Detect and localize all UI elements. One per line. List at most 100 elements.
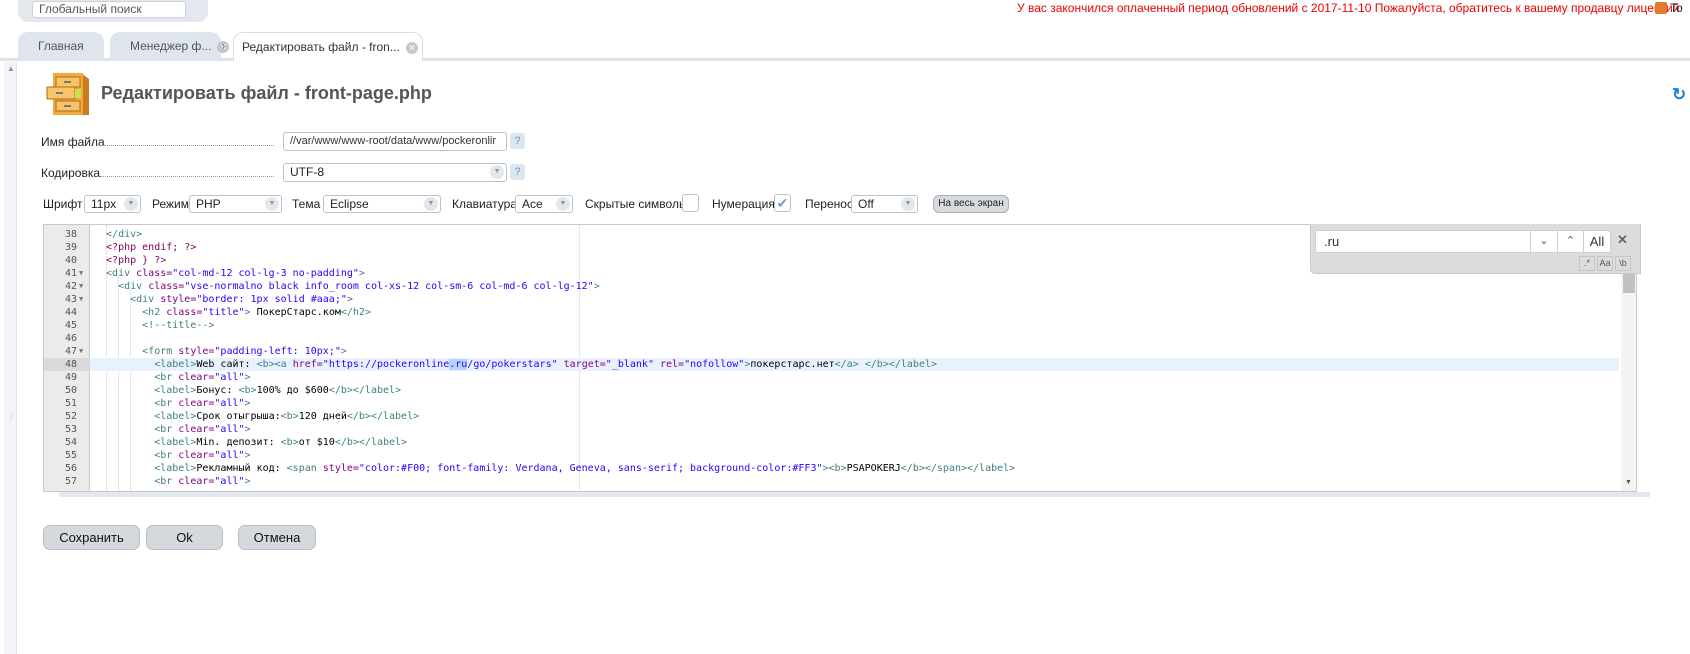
code-attribute: href= [292, 359, 323, 370]
code-tag: </b></label> [346, 411, 420, 422]
code-string: "all" [214, 424, 245, 435]
close-icon[interactable]: ✕ [1617, 232, 1628, 248]
mode-value: PHP [196, 197, 221, 211]
code-tag: <label> [154, 385, 197, 396]
code-text: <br clear="all"> [154, 449, 250, 462]
code-line[interactable]: 54 <label>Min. депозит: <b>от $10</b></la… [44, 436, 1619, 449]
line-number: 38 [64, 229, 77, 240]
code-text: Min. депозит: [196, 437, 281, 448]
editor-vertical-scrollbar[interactable] [1621, 273, 1636, 491]
line-number: 56 [64, 463, 77, 474]
code-text: Бонус: [196, 385, 239, 396]
code-string: "color:#F00; font-family: Verdana, Genev… [358, 463, 823, 474]
numbering-checkbox[interactable]: ✔ [774, 194, 791, 212]
code-tag: > [244, 398, 251, 409]
help-icon[interactable]: ? [510, 164, 525, 180]
fold-arrow-icon[interactable]: ▼ [79, 293, 83, 306]
code-string: "vse-normalno black info_room col-xs-12 … [184, 281, 594, 292]
scroll-up-icon[interactable]: ▲ [7, 64, 15, 73]
code-attribute: class= [136, 268, 173, 279]
fullscreen-button[interactable]: На весь экран [933, 195, 1009, 213]
encoding-select[interactable]: UTF-8 ▼ [283, 163, 507, 182]
chevron-up-icon: ⌃ [1565, 235, 1576, 247]
case-sensitive-option[interactable]: Aa [1597, 256, 1613, 271]
code-line[interactable]: 50 <label>Бонус: <b>100% до $600</b></lab… [44, 384, 1619, 397]
code-text: <label>Бонус: <b>100% до $600</b></label… [154, 384, 401, 397]
filename-input[interactable]: //var/www/www-root/data/www/pockeronlir [283, 132, 507, 151]
code-line[interactable]: 49 <br clear="all"> [44, 371, 1619, 384]
code-string: "https://pockeronline [322, 359, 450, 370]
tab-home[interactable]: Главная [18, 32, 104, 60]
whole-word-option[interactable]: \b [1615, 256, 1631, 271]
file-cabinet-icon [46, 73, 89, 115]
mode-label: Режим [152, 197, 189, 211]
code-tag: </b></label> [328, 385, 402, 396]
font-label: Шрифт [43, 197, 83, 211]
find-next-button[interactable]: ⌄ [1531, 230, 1558, 253]
code-string: "all" [214, 476, 245, 487]
dotted-leader [100, 176, 274, 177]
code-text: <div style="border: 1px solid #aaa;"> [130, 293, 353, 306]
code-tag: <b><a [256, 359, 293, 370]
code-line[interactable]: 56 <label>Рекламный код: <span style="col… [44, 462, 1619, 475]
left-scrollbar[interactable] [4, 62, 17, 654]
find-all-button[interactable]: All [1584, 230, 1611, 253]
code-attribute: target= [563, 359, 606, 370]
line-number: 51 [64, 398, 77, 409]
fold-arrow-icon[interactable]: ▼ [79, 280, 83, 293]
code-text: <br clear="all"> [154, 371, 250, 384]
code-line[interactable]: 48 <label>Web сайт: <b><a href="https://p… [44, 358, 1619, 371]
code-line[interactable]: 53 <br clear="all"> [44, 423, 1619, 436]
save-button[interactable]: Сохранить [43, 525, 140, 550]
theme-select[interactable]: Eclipse ▼ [323, 195, 441, 213]
chevron-down-icon: ⌄ [1539, 235, 1549, 247]
fold-arrow-icon[interactable]: ▼ [79, 267, 83, 280]
user-icon[interactable] [1655, 2, 1667, 14]
code-text: Срок отыгрыша: [196, 411, 281, 422]
tab-edit-file[interactable]: Редактировать файл - fron... ✕ [233, 32, 423, 61]
find-prev-button[interactable]: ⌃ [1558, 230, 1584, 253]
hidden-symbols-checkbox[interactable] [682, 194, 699, 212]
code-line[interactable]: 45 <!--title--> [44, 319, 1619, 332]
ok-button[interactable]: Ok [146, 525, 223, 550]
code-tag: <b> [280, 411, 299, 422]
code-tag: > [244, 424, 251, 435]
code-line[interactable]: 46 [44, 332, 1619, 345]
scrollbar-thumb[interactable] [1623, 274, 1635, 293]
code-line[interactable]: 42 ▼ <div class="vse-normalno black info_r… [44, 280, 1619, 293]
code-line[interactable]: 57 <br clear="all"> [44, 475, 1619, 488]
code-comment: <!--title--> [142, 320, 215, 331]
regex-option[interactable]: .* [1579, 256, 1595, 271]
code-text: 120 дней [298, 411, 347, 422]
resize-grip-icon[interactable]: ⋮ [7, 413, 15, 422]
code-attribute: style= [322, 463, 359, 474]
fold-arrow-icon[interactable]: ▼ [79, 345, 83, 358]
cancel-button[interactable]: Отмена [238, 525, 316, 550]
code-text: Рекламный код: [196, 463, 287, 474]
help-icon[interactable]: ? [510, 133, 525, 149]
code-line[interactable]: 52 <label>Срок отыгрыша:<b>120 дней</b></… [44, 410, 1619, 423]
font-select[interactable]: 11px ▼ [84, 195, 141, 213]
line-number: 44 [64, 307, 77, 318]
scroll-down-icon[interactable]: ▼ [1625, 479, 1632, 486]
chevron-right-icon: › [221, 38, 226, 53]
editor-horizontal-scrollbar[interactable] [59, 492, 1650, 497]
mode-select[interactable]: PHP ▼ [189, 195, 282, 213]
chevron-down-icon: ▼ [490, 165, 504, 179]
global-search-input[interactable]: Глобальный поиск [32, 1, 186, 18]
close-icon[interactable]: ✕ [405, 41, 418, 54]
code-line[interactable]: 51 <br clear="all"> [44, 397, 1619, 410]
code-line[interactable]: 44 <h2 class="title"> ПокерСтарс.ком</h2> [44, 306, 1619, 319]
wrap-select[interactable]: Off ▼ [851, 195, 918, 213]
code-text: <br clear="all"> [154, 423, 250, 436]
keyboard-select[interactable]: Ace ▼ [515, 195, 573, 213]
search-input[interactable]: .ru [1315, 230, 1531, 253]
code-text: <label>Рекламный код: <span style="color… [154, 462, 1015, 475]
code-tag: <label> [154, 411, 197, 422]
tab-file-manager[interactable]: Менеджер ф... ✕ [110, 32, 230, 60]
code-line[interactable]: 55 <br clear="all"> [44, 449, 1619, 462]
code-line[interactable]: 47 ▼ <form style="padding-left: 10px;"> [44, 345, 1619, 358]
code-line[interactable]: 43 ▼ <div style="border: 1px solid #aaa;"> [44, 293, 1619, 306]
refresh-icon[interactable]: ↻ [1672, 85, 1686, 105]
user-label[interactable]: To [1670, 1, 1683, 15]
